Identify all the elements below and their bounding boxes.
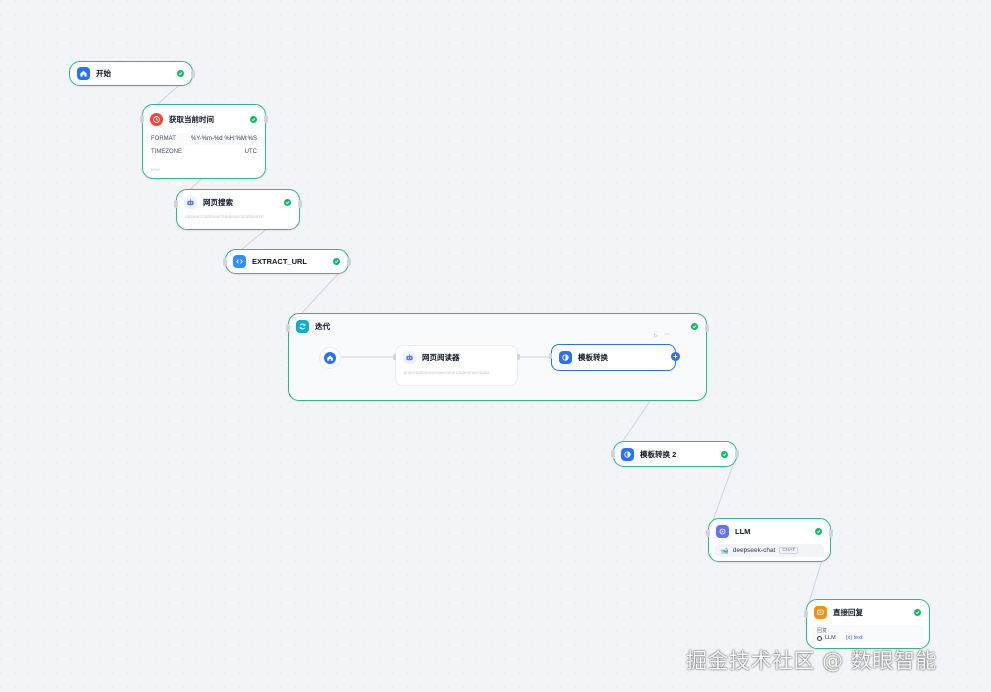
output-handle[interactable] (735, 450, 739, 458)
node-title: EXTRACT_URL (252, 257, 308, 266)
deepseek-icon: 🐋 (720, 547, 729, 555)
output-handle[interactable] (517, 354, 520, 360)
node-title: 开始 (96, 69, 111, 78)
param-value: UTC (244, 149, 257, 155)
input-handle[interactable] (393, 354, 396, 360)
llm-icon (817, 635, 822, 641)
param-key: TIMEZONE (151, 149, 182, 155)
llm-icon (716, 525, 729, 538)
answer-variable: LLM {x} text (817, 635, 919, 641)
node-footer: jinareaderjinareaderjinareaderjinareader (404, 371, 490, 376)
input-handle[interactable] (611, 450, 615, 458)
node-iteration[interactable]: 迭代 ▷ ··· 网页阅读器 jinareaderjinareaderjinar… (286, 313, 709, 401)
input-handle[interactable] (549, 353, 552, 359)
success-icon (177, 70, 184, 77)
node-title: 网页搜索 (203, 197, 233, 207)
robot-icon (403, 351, 416, 364)
success-icon (284, 198, 291, 206)
code-icon (233, 255, 246, 268)
param-timezone: TIMEZONE UTC (147, 146, 261, 158)
node-title: 直接回复 (833, 608, 863, 617)
output-handle[interactable] (298, 200, 302, 208)
node-title: 模板转换 2 (640, 449, 677, 459)
output-handle[interactable] (264, 115, 268, 123)
robot-icon (184, 195, 197, 209)
success-icon (333, 258, 340, 265)
node-footer: time (151, 168, 161, 173)
success-icon (721, 450, 728, 458)
node-start[interactable]: 开始 (69, 61, 195, 86)
node-title: 网页阅读器 (422, 353, 460, 362)
output-handle[interactable] (347, 258, 351, 266)
output-handle[interactable] (191, 70, 195, 78)
model-name: deepseek-chat (732, 547, 776, 554)
add-node-button[interactable]: + (671, 352, 680, 361)
success-icon (815, 528, 822, 535)
template-icon (559, 350, 572, 364)
node-web-reader[interactable]: 网页阅读器 jinareaderjinareaderjinareaderjina… (393, 345, 520, 386)
param-format: FORMAT %Y-%m-%d %H:%M:%S (147, 133, 261, 145)
success-icon (914, 609, 921, 616)
template-icon (621, 447, 634, 461)
clock-icon (150, 112, 163, 126)
input-handle[interactable] (223, 258, 227, 266)
answer-label: 回复 (817, 628, 828, 634)
node-llm[interactable]: LLM 🐋 deepseek-chat CHAT (706, 518, 833, 562)
model-selector[interactable]: 🐋 deepseek-chat CHAT (715, 544, 824, 557)
input-handle[interactable] (706, 529, 710, 537)
node-extract-url[interactable]: EXTRACT_URL (223, 249, 351, 274)
input-handle[interactable] (804, 610, 808, 618)
var-source: LLM (825, 635, 836, 641)
watermark: 掘金技术社区 @ 数眼智能 (686, 649, 937, 673)
node-footer: ddsearchddsearchddsearchddsearch (185, 215, 264, 220)
node-template-2[interactable]: 模板转换 2 (611, 441, 739, 467)
reply-icon (814, 606, 827, 619)
node-get-time[interactable]: 获取当前时间 FORMAT %Y-%m-%d %H:%M:%S TIMEZONE… (140, 104, 268, 179)
param-key: FORMAT (151, 136, 176, 142)
node-template[interactable]: 模板转换 + (549, 344, 680, 371)
node-web-search[interactable]: 网页搜索 ddsearchddsearchddsearchddsearch (174, 189, 302, 230)
input-handle[interactable] (174, 200, 178, 208)
node-title: 获取当前时间 (169, 114, 214, 124)
var-name: {x} text (845, 635, 863, 641)
output-handle[interactable] (829, 529, 833, 537)
input-handle[interactable] (140, 115, 144, 123)
success-icon (250, 115, 257, 123)
node-answer[interactable]: 直接回复 回复 LLM {x} text (804, 599, 930, 649)
home-icon (77, 67, 90, 80)
model-mode-badge: CHAT (779, 547, 799, 554)
answer-panel: 回复 LLM {x} text (812, 625, 924, 642)
node-title: LLM (735, 527, 751, 536)
param-value: %Y-%m-%d %H:%M:%S (190, 136, 257, 142)
node-title: 模板转换 (578, 352, 608, 362)
